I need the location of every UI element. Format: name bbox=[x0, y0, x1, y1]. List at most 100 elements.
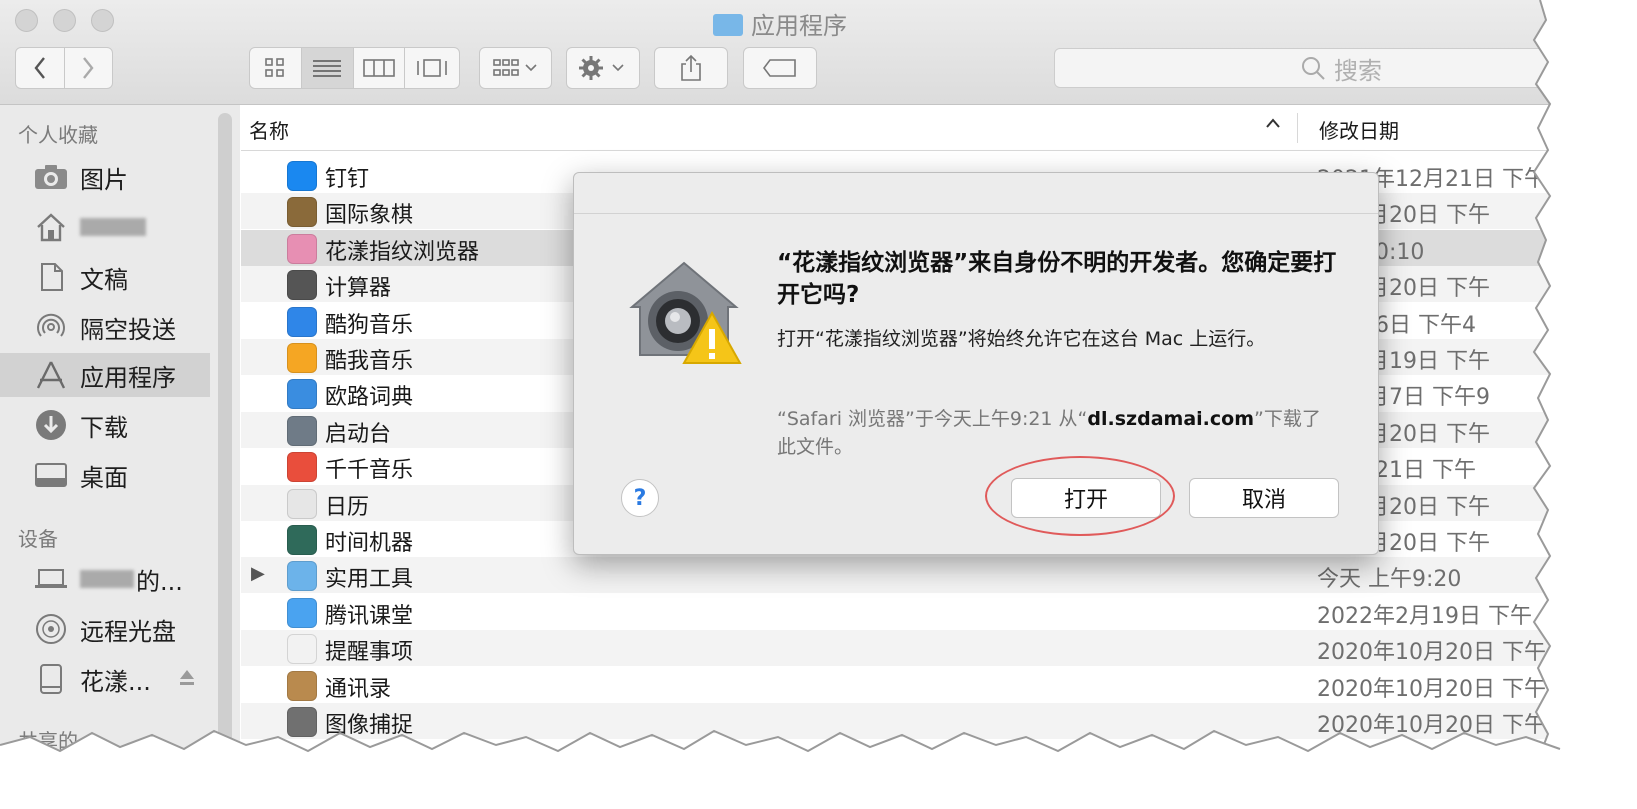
folder-icon bbox=[713, 14, 743, 36]
group-button[interactable] bbox=[479, 47, 552, 89]
sidebar-item-desktop[interactable]: 桌面 bbox=[0, 453, 210, 497]
sidebar-item-documents[interactable]: 文稿 bbox=[0, 255, 210, 299]
airdrop-icon bbox=[34, 312, 68, 342]
sidebar-item-label: 文稿 bbox=[80, 265, 128, 294]
sidebar-scrollbar[interactable] bbox=[218, 113, 232, 790]
sidebar-item-label: 图片 bbox=[80, 165, 128, 194]
source-prefix: “Safari 浏览器”于今天上午9:21 从“ bbox=[777, 408, 1088, 430]
dialog-source-info: “Safari 浏览器”于今天上午9:21 从“dl.szdamai.com”下… bbox=[777, 405, 1337, 461]
window-title: 应用程序 bbox=[0, 6, 1560, 41]
view-mode-group bbox=[249, 47, 460, 89]
app-icon bbox=[287, 488, 317, 519]
app-icon bbox=[287, 561, 317, 592]
sidebar-item-mac[interactable]: 的... bbox=[0, 557, 210, 601]
gear-icon bbox=[579, 56, 624, 80]
red-annotation-circle bbox=[985, 456, 1175, 536]
gatekeeper-alert-dialog: “花漾指纹浏览器”来自身份不明的开发者。您确定要打开它吗? 打开“花漾指纹浏览器… bbox=[573, 172, 1379, 555]
disc-icon bbox=[34, 614, 68, 644]
file-name: 千千音乐 bbox=[325, 458, 414, 484]
sidebar-item-huayang-volume[interactable]: 花漾... bbox=[0, 657, 210, 701]
file-name: 计算器 bbox=[325, 276, 392, 302]
app-icon bbox=[287, 343, 317, 373]
file-name: 酷我音乐 bbox=[325, 349, 414, 374]
sidebar-item-label: 下载 bbox=[80, 413, 128, 442]
gallery-icon bbox=[417, 59, 447, 77]
search-field[interactable]: 搜索 bbox=[1054, 48, 1560, 88]
file-name: 日历 bbox=[325, 494, 370, 520]
search-placeholder: 搜索 bbox=[1334, 56, 1382, 85]
sidebar-item-label: 的... bbox=[136, 567, 183, 596]
file-name: 提醒事项 bbox=[325, 640, 414, 666]
file-name: 腾讯课堂 bbox=[325, 603, 414, 629]
forward-button[interactable] bbox=[65, 48, 113, 88]
table-row[interactable]: 通讯录 2020年10月20日 下午 bbox=[241, 667, 1560, 703]
file-name: 时间机器 bbox=[325, 531, 414, 556]
column-view-button[interactable] bbox=[354, 48, 406, 88]
laptop-icon bbox=[34, 564, 68, 594]
devices-header: 设备 bbox=[18, 527, 58, 551]
help-button[interactable]: ? bbox=[621, 479, 659, 517]
icon-view-button[interactable] bbox=[250, 48, 302, 88]
column-header: 名称 修改日期 bbox=[241, 105, 1560, 151]
drive-icon bbox=[34, 664, 68, 694]
sidebar-item-home[interactable] bbox=[0, 205, 210, 249]
app-icon bbox=[287, 379, 317, 410]
group-icon bbox=[492, 59, 537, 76]
file-name: 实用工具 bbox=[325, 567, 414, 593]
sidebar-item-label: 远程光盘 bbox=[80, 617, 176, 646]
torn-edge-bottom bbox=[0, 729, 1637, 809]
sidebar: 个人收藏 图片 文稿 隔空投送 应用程序 下载 桌面 设备 的... 远程光盘 … bbox=[0, 105, 240, 790]
home-icon bbox=[34, 212, 68, 242]
torn-edge-right bbox=[1532, 0, 1592, 809]
gatekeeper-warning-icon bbox=[626, 259, 742, 369]
sidebar-item-downloads[interactable]: 下载 bbox=[0, 403, 210, 447]
app-icon bbox=[287, 525, 317, 555]
sidebar-item-label: 桌面 bbox=[80, 463, 128, 492]
desktop-icon bbox=[34, 460, 68, 490]
modified-date: 今天 上午9:20 bbox=[1317, 567, 1462, 593]
list-view-button[interactable] bbox=[301, 48, 354, 88]
file-name: 钉钉 bbox=[325, 167, 370, 192]
applications-icon bbox=[34, 360, 68, 390]
table-row[interactable]: 腾讯课堂 2022年2月19日 下午 bbox=[241, 594, 1560, 630]
sidebar-item-airdrop[interactable]: 隔空投送 bbox=[0, 305, 210, 349]
table-row[interactable]: ▶ 实用工具 今天 上午9:20 bbox=[241, 557, 1560, 594]
redacted-username bbox=[80, 218, 146, 236]
file-name: 花漾指纹浏览器 bbox=[325, 239, 480, 265]
action-button[interactable] bbox=[566, 47, 640, 89]
share-button[interactable] bbox=[654, 47, 728, 89]
file-name: 通讯录 bbox=[325, 676, 392, 702]
sidebar-item-applications[interactable]: 应用程序 bbox=[0, 353, 210, 397]
app-icon bbox=[287, 452, 317, 483]
eject-icon[interactable] bbox=[178, 665, 196, 693]
file-name: 酷狗音乐 bbox=[325, 312, 414, 338]
columns-icon bbox=[363, 59, 395, 77]
window-title-text: 应用程序 bbox=[751, 12, 847, 40]
date-column-header[interactable]: 修改日期 bbox=[1319, 115, 1399, 144]
sidebar-item-remote-disc[interactable]: 远程光盘 bbox=[0, 607, 210, 651]
favorites-header: 个人收藏 bbox=[18, 123, 98, 147]
gallery-view-button[interactable] bbox=[405, 48, 459, 88]
cancel-button[interactable]: 取消 bbox=[1189, 478, 1339, 518]
disclosure-triangle-icon[interactable]: ▶ bbox=[251, 563, 265, 584]
app-icon bbox=[287, 233, 317, 264]
name-column-header[interactable]: 名称 bbox=[249, 115, 289, 144]
dialog-message: 打开“花漾指纹浏览器”将始终允许它在这台 Mac 上运行。 bbox=[777, 328, 1266, 350]
column-divider[interactable] bbox=[1297, 113, 1298, 143]
dialog-title: “花漾指纹浏览器”来自身份不明的开发者。您确定要打开它吗? bbox=[777, 250, 1337, 308]
sidebar-item-pictures[interactable]: 图片 bbox=[0, 155, 210, 199]
sidebar-item-label: 花漾... bbox=[80, 667, 151, 696]
app-icon bbox=[287, 270, 317, 301]
modified-date: 2022年2月19日 下午 bbox=[1317, 603, 1532, 629]
app-icon bbox=[287, 597, 317, 628]
toolbar: 应用程序 搜索 bbox=[0, 0, 1560, 105]
back-button[interactable] bbox=[16, 48, 65, 88]
app-icon bbox=[287, 670, 317, 701]
table-row[interactable]: 提醒事项 2020年10月20日 下午 bbox=[241, 630, 1560, 667]
file-name: 启动台 bbox=[325, 421, 392, 447]
tags-button[interactable] bbox=[743, 47, 817, 89]
file-name: 国际象棋 bbox=[325, 203, 414, 229]
sort-ascending-icon bbox=[1265, 113, 1281, 134]
redacted-device-name bbox=[80, 570, 134, 588]
camera-icon bbox=[34, 162, 68, 192]
